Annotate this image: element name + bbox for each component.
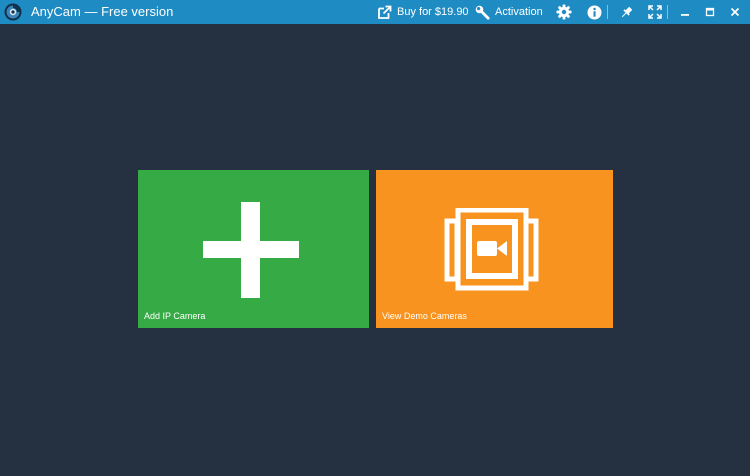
close-icon [730, 7, 740, 17]
pin-icon [621, 6, 632, 17]
settings-button[interactable] [555, 0, 573, 24]
anycam-logo-icon [4, 3, 22, 21]
separator [607, 5, 608, 19]
view-demo-cameras-label: View Demo Cameras [382, 311, 467, 321]
maximize-icon [705, 7, 715, 17]
separator [667, 5, 668, 19]
fullscreen-icon [648, 5, 662, 19]
activation-label: Activation [495, 6, 543, 18]
buy-label: Buy for $19.90 [397, 6, 469, 18]
external-link-icon [378, 5, 392, 19]
anycam-window: AnyCam — Free version Buy for $19.90 Act… [0, 0, 750, 476]
app-title: AnyCam — Free version [31, 4, 174, 19]
info-icon [587, 5, 601, 19]
camera-stack-icon [444, 208, 539, 291]
plus-icon [203, 202, 299, 298]
minimize-button[interactable] [677, 0, 693, 24]
activation-button[interactable]: Activation [475, 0, 543, 24]
add-ip-camera-tile[interactable]: Add IP Camera [138, 170, 369, 328]
title-bar[interactable]: AnyCam — Free version Buy for $19.90 Act… [0, 0, 750, 24]
minimize-icon [681, 14, 689, 16]
pin-button[interactable] [618, 0, 634, 24]
view-demo-cameras-tile[interactable]: View Demo Cameras [376, 170, 613, 328]
about-button[interactable] [585, 0, 603, 24]
add-ip-camera-label: Add IP Camera [144, 311, 206, 321]
close-button[interactable] [727, 0, 743, 24]
buy-button[interactable]: Buy for $19.90 [377, 0, 469, 24]
wrench-icon [475, 5, 490, 20]
maximize-button[interactable] [702, 0, 718, 24]
gear-icon [556, 4, 572, 20]
fullscreen-button[interactable] [647, 0, 663, 24]
